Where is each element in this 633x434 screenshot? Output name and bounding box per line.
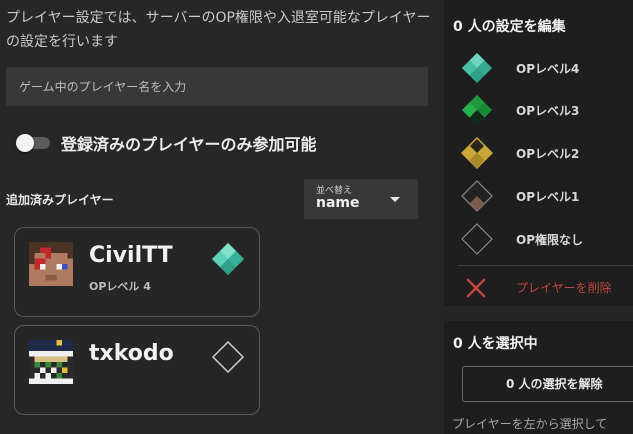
diamond-outline-icon	[461, 223, 493, 255]
deselect-button[interactable]: 0 人の選択を解除	[462, 366, 633, 402]
diamond-brown-icon	[461, 180, 493, 212]
diamond-outline-icon	[211, 340, 245, 374]
close-icon	[466, 278, 486, 298]
toggle-knob	[16, 134, 34, 152]
op-level-2-option[interactable]: OPレベル2	[460, 136, 633, 170]
deselect-button-label: 0 人の選択を解除	[506, 377, 603, 391]
chevron-down-icon	[390, 197, 400, 202]
op-level-2-label: OPレベル2	[516, 147, 580, 161]
diamond-teal-icon	[212, 243, 244, 275]
diamond-gold-icon	[460, 136, 494, 170]
added-players-label: 追加済みプレイヤー	[6, 193, 114, 207]
op-level-1-option[interactable]: OPレベル1	[460, 179, 633, 213]
no-op-label: OP権限なし	[516, 233, 583, 247]
player-search-field[interactable]	[6, 67, 428, 106]
diamond-teal-icon	[462, 53, 492, 83]
edit-settings-panel: 0 人の設定を編集 OPレベル4 OPレベル3 OPレベル2 OPレベル1 OP…	[444, 0, 633, 306]
divider	[458, 265, 633, 266]
whitelist-toggle-label[interactable]: 登録済みのプレイヤーのみ参加可能	[61, 131, 317, 155]
player-avatar-civiltt	[29, 242, 73, 286]
selection-panel-title: 0 人を選択中	[453, 336, 538, 352]
op-level-4-option[interactable]: OPレベル4	[460, 51, 633, 85]
player-card[interactable]: txkodo	[14, 325, 260, 415]
sort-value: name	[316, 195, 360, 211]
delete-player-button[interactable]: プレイヤーを削除	[464, 276, 633, 300]
player-op-level: OPレベル 4	[89, 280, 151, 293]
edit-panel-title: 0 人の設定を編集	[453, 19, 566, 35]
delete-player-label: プレイヤーを削除	[516, 281, 612, 295]
diamond-green-icon	[462, 95, 492, 125]
op-level-4-label: OPレベル4	[516, 62, 580, 76]
player-search-input[interactable]	[6, 67, 428, 106]
selection-hint: プレイヤーを左から選択して	[452, 417, 608, 431]
player-avatar-txkodo	[29, 340, 73, 384]
op-level-1-label: OPレベル1	[516, 190, 580, 204]
sort-select[interactable]: 並べ替え name	[304, 179, 418, 219]
player-name: txkodo	[89, 341, 174, 366]
player-name: CivilTT	[89, 243, 173, 268]
op-level-3-label: OPレベル3	[516, 104, 580, 118]
op-level-3-option[interactable]: OPレベル3	[460, 93, 633, 127]
whitelist-toggle[interactable]	[16, 134, 50, 152]
player-card[interactable]: CivilTT OPレベル 4	[14, 227, 260, 317]
selection-panel: 0 人を選択中 0 人の選択を解除 プレイヤーを左から選択して	[444, 321, 633, 434]
player-list-panel: プレイヤー設定では、サーバーのOP権限や入退室可能なプレイヤーの設定を行います …	[0, 0, 440, 434]
no-op-option[interactable]: OP権限なし	[460, 222, 633, 256]
panel-description: プレイヤー設定では、サーバーのOP権限や入退室可能なプレイヤーの設定を行います	[6, 10, 431, 50]
